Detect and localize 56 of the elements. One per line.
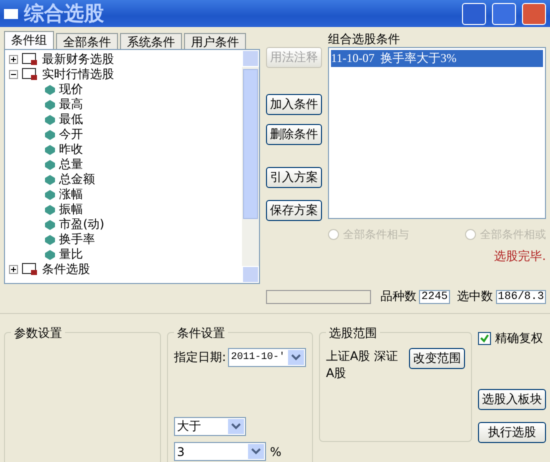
close-button[interactable] (522, 2, 546, 24)
tree-item[interactable]: 最新财务选股 (42, 51, 114, 68)
action-button[interactable]: 删除条件 (266, 124, 322, 145)
tree-item[interactable]: 总金额 (59, 171, 95, 188)
group-title: 参数设置 (11, 325, 65, 342)
status-message: 选股完毕. (494, 248, 546, 265)
expand-icon[interactable] (9, 265, 18, 274)
tab[interactable]: 系统条件 (120, 33, 182, 49)
folder-icon (22, 53, 38, 66)
action-button[interactable]: 执行选股 (478, 422, 546, 443)
tree-item[interactable]: 现价 (59, 81, 83, 98)
conditions-title: 组合选股条件 (328, 31, 401, 47)
action-button[interactable]: 选股入板块 (478, 389, 546, 410)
window-icon (4, 8, 18, 18)
window-title: 综合选股 (24, 0, 105, 27)
condition-item[interactable]: 11-10-07 换手率大于3% (331, 50, 543, 67)
tab[interactable]: 全部条件 (56, 33, 118, 49)
action-button[interactable]: 加入条件 (266, 94, 322, 115)
tab[interactable]: 条件组 (4, 31, 54, 49)
tab[interactable]: 用户条件 (184, 33, 246, 49)
collapse-icon[interactable] (9, 70, 18, 79)
maximize-button[interactable] (492, 2, 516, 24)
tree-item[interactable]: 昨收 (59, 141, 83, 158)
total-label: 品种数 (380, 288, 416, 305)
unit-label: % (270, 444, 282, 458)
action-button[interactable]: 引入方案 (266, 167, 322, 188)
total-field: 2245 (419, 290, 450, 304)
tree-item[interactable]: 振幅 (59, 201, 83, 218)
tree-item[interactable]: 涨幅 (59, 186, 83, 203)
group-title: 选股范围 (326, 325, 380, 342)
tree-item[interactable]: 今开 (59, 126, 83, 143)
tree-item[interactable]: 实时行情选股 (42, 66, 114, 83)
date-field[interactable]: 2011-10-' (228, 348, 306, 367)
scope-text: 上证A股 深证A股 (326, 348, 400, 382)
picked-field: 186/8.3 (496, 290, 546, 304)
value-select[interactable]: 3 (174, 442, 266, 461)
folder-icon (22, 263, 38, 276)
tree-item[interactable]: 量比 (59, 246, 83, 263)
expand-icon[interactable] (9, 55, 18, 64)
group-title: 条件设置 (174, 325, 228, 342)
tree-item[interactable]: 总量 (59, 156, 83, 173)
scrollbar[interactable] (242, 50, 259, 283)
tree-item[interactable]: 市盈(动) (59, 216, 104, 233)
date-label: 指定日期: (174, 349, 226, 366)
folder-icon (22, 68, 38, 81)
tree-item[interactable]: 换手率 (59, 231, 95, 248)
tree-item[interactable]: 最低 (59, 111, 83, 128)
checkbox-label: 精确复权 (495, 330, 543, 347)
picked-label: 选中数 (456, 288, 493, 305)
minimize-button[interactable] (462, 2, 486, 24)
checkbox[interactable] (478, 332, 491, 345)
change-scope-button[interactable]: 改变范围 (409, 348, 465, 369)
tree-item[interactable]: 条件选股 (42, 261, 90, 278)
operator-select[interactable]: 大于 (174, 417, 246, 436)
tree-item[interactable]: 最高 (59, 96, 83, 113)
action-button[interactable]: 保存方案 (266, 200, 322, 221)
